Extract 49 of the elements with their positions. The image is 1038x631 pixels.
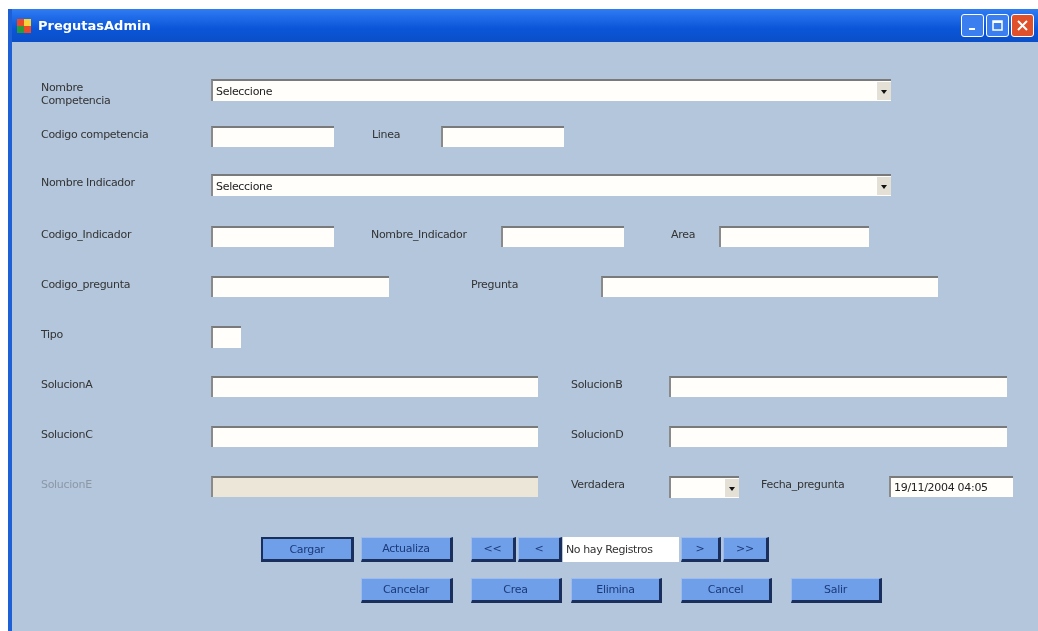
text-field[interactable]: [441, 126, 564, 147]
form-button[interactable]: <: [518, 537, 562, 562]
field-label: Codigo_pregunta: [41, 277, 132, 291]
text-field[interactable]: [211, 376, 538, 397]
field-label: Codigo_Indicador: [41, 227, 133, 241]
form-button[interactable]: Crea: [471, 578, 562, 603]
form-button[interactable]: Elimina: [571, 578, 662, 603]
close-icon[interactable]: [1011, 14, 1034, 37]
text-field[interactable]: [601, 276, 938, 297]
form-button[interactable]: Salir: [791, 578, 882, 603]
form-button[interactable]: <<: [471, 537, 516, 562]
field-label: Nombre Competencia: [41, 80, 112, 107]
field-label: Fecha_pregunta: [761, 477, 846, 491]
field-label: Tipo: [41, 327, 64, 341]
dropdown-field[interactable]: Seleccione: [211, 174, 891, 196]
record-status: No hay Registros: [563, 537, 679, 562]
text-field[interactable]: [211, 426, 538, 447]
form-button[interactable]: Actualiza: [361, 537, 453, 562]
field-label: Codigo competencia: [41, 127, 150, 141]
text-field[interactable]: [211, 276, 389, 297]
dropdown-field[interactable]: [669, 476, 739, 498]
minimize-icon[interactable]: [961, 14, 984, 37]
text-field[interactable]: [719, 226, 869, 247]
form-button[interactable]: Cancel: [681, 578, 772, 603]
field-label: SolucionD: [571, 427, 625, 441]
form-button[interactable]: >: [681, 537, 721, 562]
text-field[interactable]: 19/11/2004 04:05: [889, 476, 1013, 497]
text-field[interactable]: [669, 376, 1007, 397]
text-field[interactable]: [211, 326, 241, 348]
field-label: Linea: [372, 127, 402, 141]
form-button[interactable]: Cargar: [261, 537, 354, 562]
form-button[interactable]: Cancelar: [361, 578, 453, 603]
field-label: Pregunta: [471, 277, 520, 291]
field-label: Area: [671, 227, 697, 241]
text-field[interactable]: [211, 226, 334, 247]
maximize-icon[interactable]: [986, 14, 1009, 37]
dropdown-field[interactable]: Seleccione: [211, 79, 891, 101]
text-field[interactable]: [669, 426, 1007, 447]
field-label: Nombre Indicador: [41, 175, 136, 189]
form-button[interactable]: >>: [723, 537, 769, 562]
text-field[interactable]: [211, 126, 334, 147]
field-label: Verdadera: [571, 477, 626, 491]
field-label: SolucionC: [41, 427, 94, 441]
field-label: SolucionB: [571, 377, 624, 391]
field-label: SolucionA: [41, 377, 94, 391]
field-label: Nombre_Indicador: [371, 227, 468, 241]
text-field[interactable]: [501, 226, 624, 247]
app-icon: [16, 17, 32, 34]
window-title: PregutasAdmin: [38, 18, 152, 33]
